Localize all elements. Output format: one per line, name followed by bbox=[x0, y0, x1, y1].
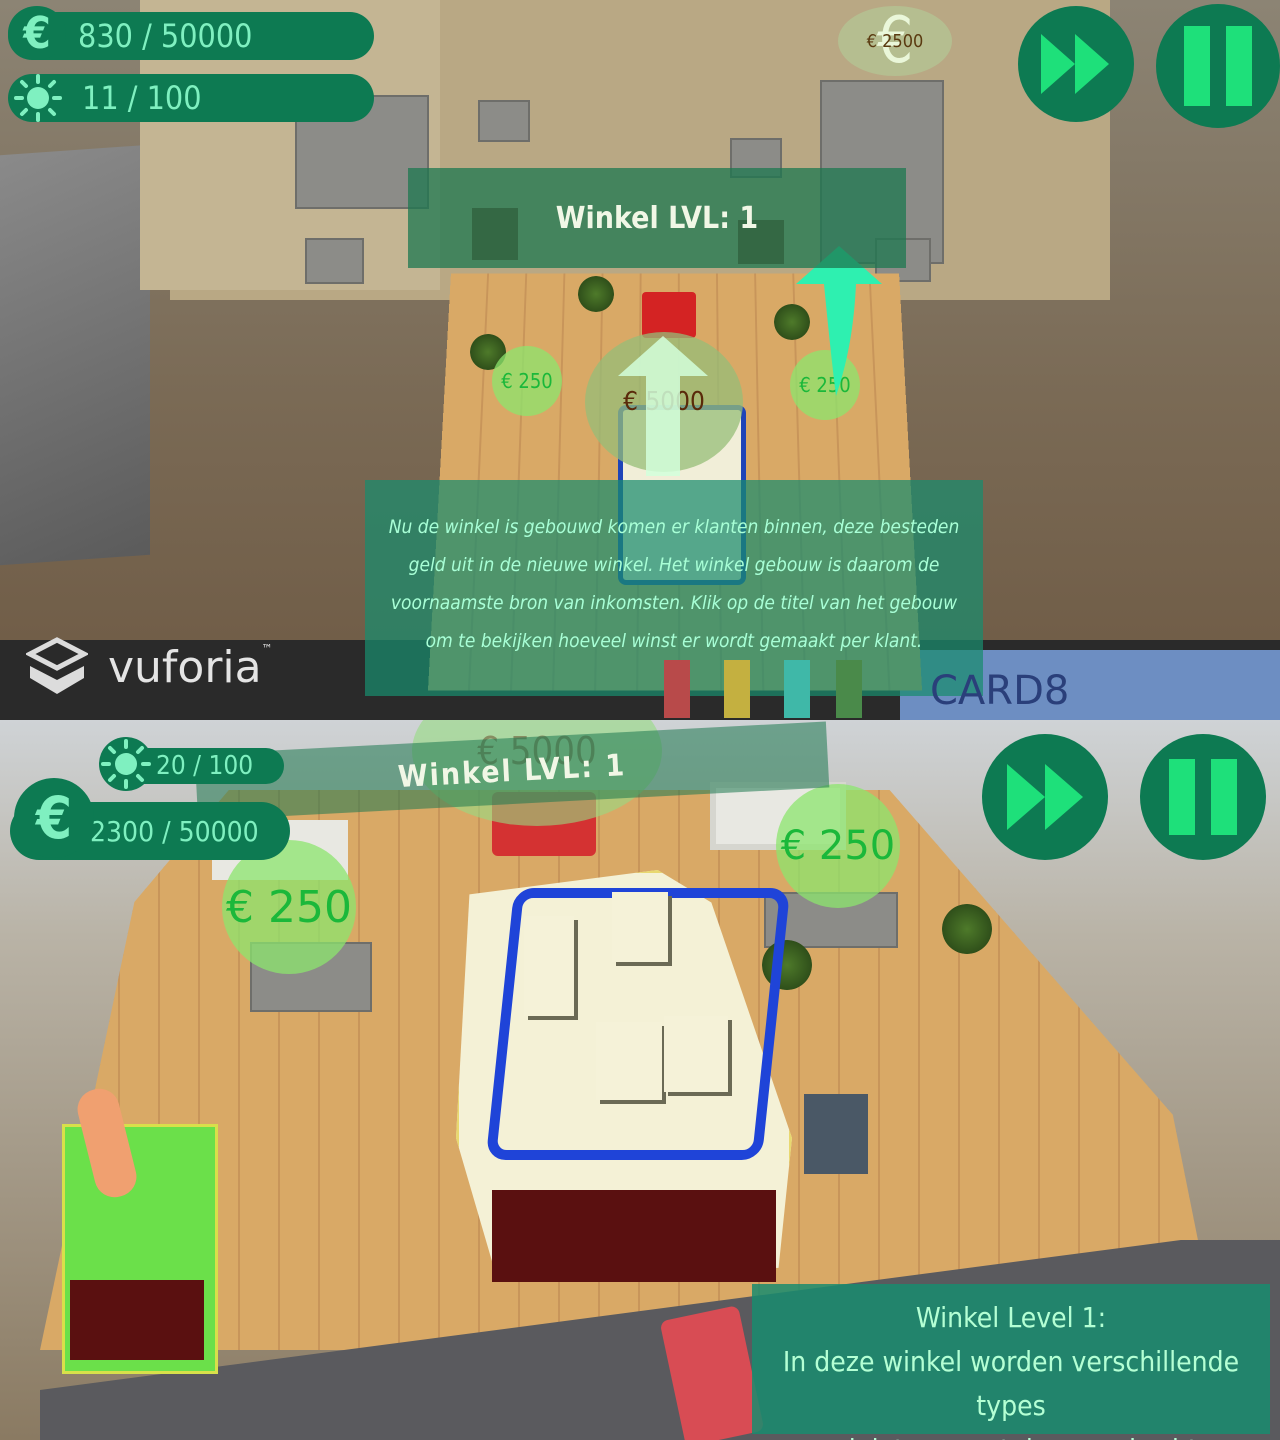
pause-button[interactable] bbox=[1140, 734, 1266, 860]
plot-price-bubble-left[interactable]: € 250 bbox=[222, 840, 356, 974]
game-view-bottom: € 250 € 250 € 5000 Winkel LVL: 1 20 / 10… bbox=[0, 720, 1280, 1440]
sun-icon bbox=[14, 74, 62, 122]
tree bbox=[578, 276, 614, 312]
building-info-line2: miniatuur voetuigen verkocht bbox=[752, 1428, 1270, 1440]
building-title-banner[interactable]: Winkel LVL: 1 bbox=[408, 168, 906, 268]
plot-price-bubble-right[interactable]: € 250 bbox=[776, 784, 900, 908]
fast-forward-button[interactable] bbox=[1018, 6, 1134, 122]
building-info-panel: Winkel Level 1: In deze winkel worden ve… bbox=[752, 1284, 1270, 1440]
building-info-title: Winkel Level 1: bbox=[915, 1301, 1107, 1334]
fast-forward-button[interactable] bbox=[982, 734, 1108, 860]
euro-icon: € bbox=[8, 6, 66, 60]
roof-block bbox=[664, 1016, 728, 1092]
roof-block bbox=[524, 916, 574, 1016]
sun-icon bbox=[99, 737, 153, 791]
tutorial-info-text: Nu de winkel is gebouwd komen er klanten… bbox=[388, 516, 960, 652]
pause-button[interactable] bbox=[1156, 4, 1280, 128]
tutorial-arrow-icon bbox=[796, 246, 882, 396]
building-title: Winkel LVL: 1 bbox=[397, 747, 627, 795]
stand-base bbox=[70, 1280, 204, 1360]
red-house bbox=[642, 292, 696, 338]
plot-price-right: € 250 bbox=[780, 823, 896, 869]
euro-icon: € bbox=[14, 778, 94, 858]
card-label: CARD8 bbox=[930, 668, 1070, 714]
parked-car bbox=[664, 660, 690, 718]
pause-icon bbox=[1184, 26, 1252, 106]
plot-price-bubble-left[interactable]: € 250 bbox=[492, 346, 562, 416]
up-arrow-icon bbox=[618, 336, 708, 476]
laptop bbox=[0, 144, 150, 566]
population-value: 11 / 100 bbox=[82, 79, 202, 117]
vuforia-watermark: vuforia ™ bbox=[26, 636, 272, 698]
fast-forward-icon bbox=[1007, 764, 1083, 830]
dark-car bbox=[804, 1094, 868, 1174]
plot-price-bubble-far[interactable]: € € 2500 bbox=[838, 4, 952, 78]
game-view-top: € € 2500 € 250 € 250 € 5000 Winkel LVL: … bbox=[0, 0, 1280, 720]
paving-slab bbox=[305, 238, 364, 284]
money-value: 830 / 50000 bbox=[78, 17, 253, 55]
roof-block bbox=[612, 892, 668, 962]
building-info-line1: In deze winkel worden verschillende type… bbox=[782, 1345, 1240, 1422]
pause-icon bbox=[1169, 759, 1237, 835]
plot-price-far: € 2500 bbox=[866, 30, 924, 52]
vuforia-logo-icon bbox=[26, 637, 88, 694]
roof-block bbox=[596, 1022, 662, 1100]
parked-car bbox=[784, 660, 810, 718]
fast-forward-icon bbox=[1041, 34, 1109, 94]
plot-price-left: € 250 bbox=[226, 881, 352, 933]
population-value: 20 / 100 bbox=[156, 751, 254, 781]
paving-slab bbox=[478, 100, 530, 142]
parked-car bbox=[836, 660, 862, 718]
shop-base bbox=[492, 1190, 776, 1282]
plot-price-left: € 250 bbox=[501, 369, 553, 393]
tree bbox=[942, 904, 992, 954]
building-title: Winkel LVL: 1 bbox=[555, 200, 759, 236]
money-value: 2300 / 50000 bbox=[90, 814, 259, 848]
parked-car bbox=[724, 660, 750, 718]
vuforia-tm: ™ bbox=[261, 642, 273, 656]
vuforia-text: vuforia bbox=[108, 641, 262, 693]
